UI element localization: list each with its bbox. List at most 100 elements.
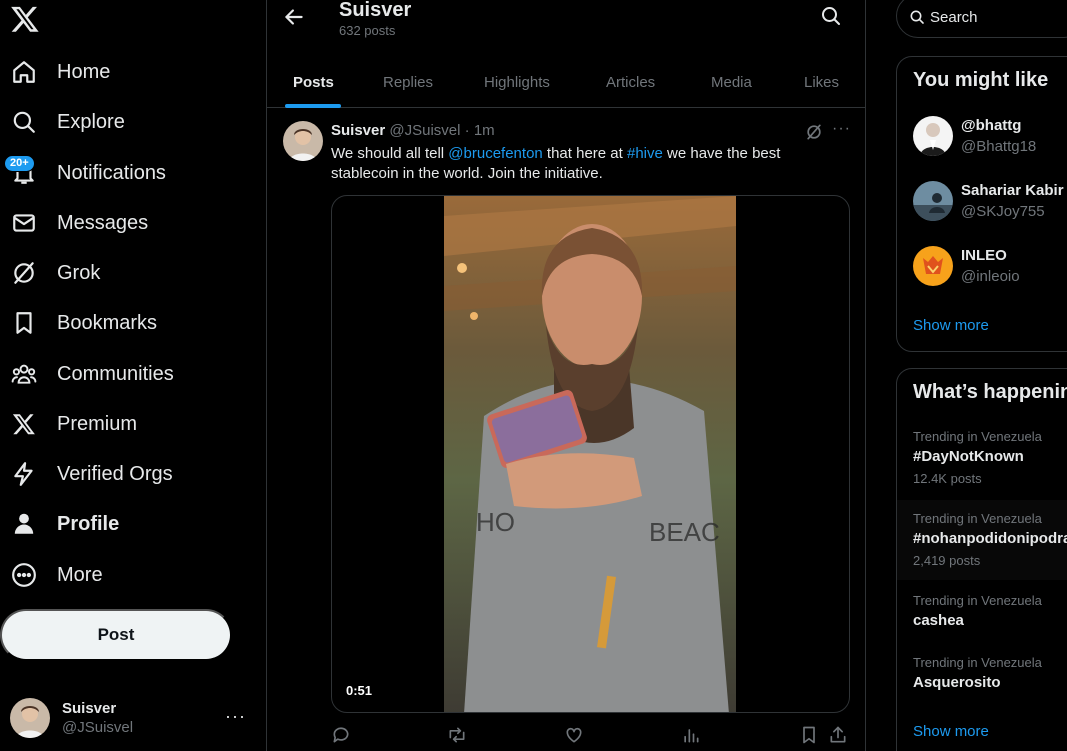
tweet-author-name[interactable]: Suisver xyxy=(331,122,385,139)
post-button[interactable]: Post xyxy=(0,609,232,661)
reply-icon[interactable] xyxy=(331,725,351,745)
account-switcher[interactable]: Suisver @JSuisvel ··· xyxy=(10,696,250,740)
more-circle-icon xyxy=(0,551,48,599)
nav-more[interactable]: More xyxy=(0,551,103,599)
search-placeholder: Search xyxy=(930,9,978,26)
profile-title: Suisver xyxy=(339,0,412,21)
search-icon xyxy=(0,98,48,146)
post-count: 632 posts xyxy=(339,23,396,38)
trend-name: Asquerosito xyxy=(913,674,1001,691)
nav-premium[interactable]: Premium xyxy=(0,400,137,448)
trend-item[interactable]: Trending in Venezuela #DayNotKnown 12.4K… xyxy=(897,429,1067,491)
like-icon[interactable] xyxy=(564,725,584,745)
hashtag-link[interactable]: #hive xyxy=(627,145,663,162)
suggestion-name: INLEO xyxy=(961,247,1007,264)
tweet[interactable]: Suisver @JSuisvel · 1m ··· We should all… xyxy=(267,109,865,751)
tweet-text-part: that here at xyxy=(542,145,627,162)
suggestion-name: Sahariar Kabir xyxy=(961,182,1064,199)
bookmark-icon[interactable] xyxy=(799,725,819,745)
nav-notifications[interactable]: 20+ Notifications xyxy=(0,149,166,197)
show-more-link[interactable]: Show more xyxy=(913,317,989,334)
nav-more-label: More xyxy=(57,563,103,586)
trend-count: 2,419 posts xyxy=(913,553,981,568)
tweet-timestamp[interactable]: 1m xyxy=(474,122,495,139)
lightning-icon xyxy=(0,450,48,498)
main-column: Suisver 632 posts Posts Replies Highligh… xyxy=(266,0,866,751)
video-player[interactable]: BEAC HO 0:51 xyxy=(331,195,850,713)
bookmark-icon xyxy=(0,299,48,347)
nav-home[interactable]: Home xyxy=(0,48,110,96)
nav-profile-label: Profile xyxy=(57,512,120,535)
tweet-text: We should all tell @brucefenton that her… xyxy=(331,144,851,184)
trend-context: Trending in Venezuela xyxy=(913,511,1042,526)
tweet-header: Suisver @JSuisvel · 1m xyxy=(331,122,495,139)
trend-item[interactable]: Trending in Venezuela cashea xyxy=(897,593,1067,655)
tab-highlights[interactable]: Highlights xyxy=(484,56,550,108)
whats-happening-card: What’s happening Trending in Venezuela #… xyxy=(896,368,1067,751)
svg-text:HO: HO xyxy=(476,507,515,537)
share-icon[interactable] xyxy=(828,725,848,745)
follow-suggestion[interactable]: Sahariar Kabir @SKJoy755 xyxy=(913,179,1067,223)
person-icon xyxy=(0,500,48,548)
tab-media[interactable]: Media xyxy=(711,56,752,108)
show-more-link[interactable]: Show more xyxy=(913,723,989,740)
views-icon[interactable] xyxy=(681,725,701,745)
nav-communities-label: Communities xyxy=(57,362,174,385)
trend-context: Trending in Venezuela xyxy=(913,593,1042,608)
x-logo-icon xyxy=(0,400,48,448)
video-frame: BEAC HO xyxy=(444,196,736,712)
nav-messages-label: Messages xyxy=(57,211,149,234)
nav-notifications-label: Notifications xyxy=(57,161,166,184)
home-icon xyxy=(0,48,48,96)
account-more-icon[interactable]: ··· xyxy=(225,706,246,727)
mention-link[interactable]: @brucefenton xyxy=(448,145,542,162)
follow-suggestion[interactable]: @bhattg @Bhattg18 xyxy=(913,114,1067,158)
nav-explore[interactable]: Explore xyxy=(0,98,125,146)
trend-item[interactable]: Trending in Venezuela #nohanpodidonipodr… xyxy=(897,500,1067,580)
whats-happening-title: What’s happening xyxy=(913,381,1067,403)
search-icon[interactable] xyxy=(819,4,843,28)
nav-grok[interactable]: Grok xyxy=(0,249,100,297)
nav-grok-label: Grok xyxy=(57,261,101,284)
nav-verified-orgs-label: Verified Orgs xyxy=(57,462,173,485)
people-icon xyxy=(0,350,48,398)
back-arrow-icon[interactable] xyxy=(281,4,307,30)
trend-item[interactable]: Trending in Venezuela Asquerosito xyxy=(897,655,1067,717)
trend-name: #DayNotKnown xyxy=(913,448,1024,465)
tweet-more-icon[interactable]: ··· xyxy=(832,120,851,138)
tab-replies[interactable]: Replies xyxy=(383,56,433,108)
search-input[interactable]: Search xyxy=(896,0,1067,38)
profile-tabs: Posts Replies Highlights Articles Media … xyxy=(267,56,865,108)
account-handle: @JSuisvel xyxy=(62,719,134,736)
tweet-text-part: We should all tell xyxy=(331,145,449,162)
avatar xyxy=(10,698,50,738)
avatar xyxy=(913,116,953,156)
tweet-author-handle[interactable]: @JSuisvel xyxy=(389,122,460,139)
tweet-separator: · xyxy=(464,122,470,139)
x-logo-icon[interactable] xyxy=(10,4,40,34)
nav-profile[interactable]: Profile xyxy=(0,500,119,548)
nav-communities[interactable]: Communities xyxy=(0,350,174,398)
nav-bookmarks[interactable]: Bookmarks xyxy=(0,299,157,347)
tab-articles[interactable]: Articles xyxy=(606,56,655,108)
tab-likes[interactable]: Likes xyxy=(804,56,839,108)
svg-text:BEAC: BEAC xyxy=(649,517,720,547)
left-sidebar: Home Explore 20+ Notifications Messages … xyxy=(0,0,266,751)
avatar[interactable] xyxy=(283,121,323,161)
grok-icon[interactable] xyxy=(804,122,824,142)
bell-icon: 20+ xyxy=(0,149,48,197)
tab-posts[interactable]: Posts xyxy=(293,56,334,108)
search-icon xyxy=(909,9,925,25)
video-duration: 0:51 xyxy=(346,683,373,698)
trend-context: Trending in Venezuela xyxy=(913,655,1042,670)
repost-icon[interactable] xyxy=(447,725,467,745)
trend-name: cashea xyxy=(913,612,964,629)
grok-icon xyxy=(0,249,48,297)
follow-suggestion[interactable]: INLEO @inleoio xyxy=(913,244,1067,288)
you-might-like-card: You might like @bhattg @Bhattg18 Saharia… xyxy=(896,56,1067,352)
envelope-icon xyxy=(0,199,48,247)
tweet-actions xyxy=(331,725,851,747)
nav-verified-orgs[interactable]: Verified Orgs xyxy=(0,450,173,498)
nav-messages[interactable]: Messages xyxy=(0,199,148,247)
active-tab-indicator xyxy=(285,104,341,108)
